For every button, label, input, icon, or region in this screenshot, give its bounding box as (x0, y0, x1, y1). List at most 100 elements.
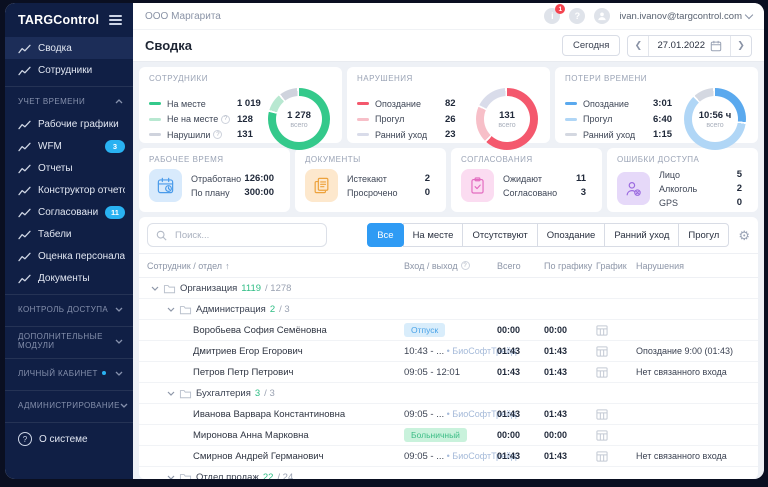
group-present-count: 3 (254, 387, 261, 399)
sidebar-section-header[interactable]: ЛИЧНЫЙ КАБИНЕТ (5, 361, 133, 385)
filter-button-опоздание[interactable]: Опоздание (536, 223, 606, 247)
sidebar: TARGControl Сводка Сотрудники УЧЕТ ВРЕМЕН… (5, 3, 133, 479)
filter-button-все[interactable]: Все (367, 223, 404, 247)
info-stat-value: 5 (736, 169, 742, 180)
by-schedule-hours: 00:00 (544, 430, 568, 440)
group-present-count: 1119 (241, 282, 262, 294)
sidebar-item-конструктор-отчетов[interactable]: Конструктор отчетов (5, 179, 133, 201)
schedule-icon[interactable] (596, 429, 608, 441)
legend-color-dash (565, 117, 577, 121)
sidebar-badge: 11 (105, 205, 125, 219)
filter-button-отсутствуют[interactable]: Отсутствуют (462, 223, 538, 247)
sidebar-section-header[interactable]: КОНТРОЛЬ ДОСТУПА (5, 297, 133, 321)
user-email: ivan.ivanov@targcontrol.com (619, 10, 742, 22)
filter-button-ранний-уход[interactable]: Ранний уход (604, 223, 680, 247)
filter-button-на-месте[interactable]: На месте (402, 223, 464, 247)
filter-button-прогул[interactable]: Прогул (678, 223, 730, 247)
today-button[interactable]: Сегодня (562, 35, 621, 56)
sidebar-item-wfm[interactable]: WFM 3 (5, 135, 133, 157)
avatar[interactable] (594, 8, 611, 24)
employee-row[interactable]: Дмитриев Егор Егорович 10:43 - ... • БиоС… (139, 341, 758, 362)
info-card-title: ДОКУМЕНТЫ (305, 155, 361, 164)
sidebar-logo-row: TARGControl (5, 3, 133, 37)
employee-row[interactable]: Воробьева София Семёновна Отпуск 00:00 00:0… (139, 320, 758, 341)
schedule-icon[interactable] (596, 450, 608, 462)
search-box[interactable] (147, 223, 327, 247)
schedule-icon[interactable] (596, 324, 608, 336)
group-row[interactable]: Бухгалтерия 3/ 3 (139, 383, 758, 404)
row-expand-chevron-icon[interactable] (151, 286, 159, 291)
column-header[interactable]: Вход / выход? (404, 261, 497, 271)
content: СОТРУДНИКИ На месте 1 019 Не на месте? 128 На… (133, 62, 764, 479)
column-header[interactable]: Нарушения (636, 261, 750, 271)
search-input[interactable] (173, 228, 318, 242)
group-row[interactable]: Администрация 2/ 3 (139, 299, 758, 320)
help-circle-icon[interactable]: ? (460, 261, 470, 270)
help-circle-icon[interactable]: ? (213, 130, 223, 139)
column-header[interactable]: График (596, 261, 636, 271)
help-circle-icon[interactable]: ? (221, 114, 231, 124)
sidebar-item-рабочие-графики[interactable]: Рабочие графики (5, 113, 133, 135)
group-row[interactable]: Организация 1119/ 1278 (139, 278, 758, 299)
notifications-icon[interactable]: i1 (544, 4, 566, 24)
schedule-icon[interactable] (596, 366, 608, 378)
total-hours: 01:43 (497, 409, 521, 419)
legend-color-dash (149, 133, 161, 136)
summary-card-title: СОТРУДНИКИ (149, 74, 208, 83)
legend-value: 82 (445, 98, 456, 109)
sidebar-item-оценка-персонала[interactable]: Оценка персонала (5, 245, 133, 267)
folder-icon (179, 388, 192, 399)
date-picker[interactable]: 27.01.2022 (649, 40, 730, 52)
sidebar-section-header[interactable]: АДМИНИСТРИРОВАНИЕ (5, 393, 133, 417)
info-stat-value: 2 (424, 173, 430, 184)
violation-text: Опоздание 9:00 (01:43) (636, 346, 734, 356)
legend-color-dash (149, 102, 161, 105)
group-name: Бухгалтерия (196, 387, 251, 399)
column-header[interactable]: Сотрудник / отдел ↑ (147, 261, 404, 271)
employee-row[interactable]: Миронова Анна Марковна Больничный 00:00 00:… (139, 425, 758, 446)
legend-item: Прогул 6:40 (565, 114, 672, 125)
row-expand-chevron-icon[interactable] (167, 307, 175, 312)
donut-total-label: всего (498, 121, 516, 129)
column-header[interactable]: Всего (497, 261, 544, 271)
legend-color-dash (357, 117, 369, 121)
chevron-up-icon (115, 98, 123, 104)
gear-icon[interactable]: ⚙ (738, 229, 750, 242)
employee-row[interactable]: Смирнов Андрей Германович 09:05 - ... • Б… (139, 446, 758, 467)
info-stat-value: 2 (736, 183, 742, 194)
sidebar-item-about[interactable]: ? О системе (5, 425, 133, 453)
sidebar-item-сотрудники[interactable]: Сотрудники (5, 59, 133, 81)
sidebar-item-документы[interactable]: Документы (5, 267, 133, 289)
sidebar-section-header[interactable]: ДОПОЛНИТЕЛЬНЫЕ МОДУЛИ (5, 329, 133, 353)
chart-icon (18, 141, 31, 152)
column-header[interactable]: По графику (544, 261, 596, 271)
chevron-down-icon (115, 371, 123, 376)
info-stat-row: Лицо 5 (659, 169, 748, 180)
legend-label: Нарушили (167, 129, 211, 140)
employee-row[interactable]: Иванова Варвара Константиновна 09:05 - ..… (139, 404, 758, 425)
chart-icon (18, 273, 31, 284)
prev-day-button[interactable]: ❮ (628, 35, 650, 56)
row-expand-chevron-icon[interactable] (167, 475, 175, 479)
menu-icon[interactable] (109, 15, 122, 25)
sidebar-item-согласование[interactable]: Согласование 11 (5, 201, 133, 223)
sidebar-item-табели[interactable]: Табели (5, 223, 133, 245)
next-day-button[interactable]: ❯ (730, 35, 751, 56)
section-time-header[interactable]: УЧЕТ ВРЕМЕНИ (5, 89, 133, 113)
schedule-icon[interactable] (596, 345, 608, 357)
group-row[interactable]: Отдел продаж 22/ 24 (139, 467, 758, 479)
employee-row[interactable]: Петров Петр Петрович 09:05 - 12:01 01:43 01… (139, 362, 758, 383)
sidebar-item-сводка[interactable]: Сводка (5, 37, 133, 59)
help-icon[interactable]: ? (569, 8, 586, 24)
row-expand-chevron-icon[interactable] (167, 391, 175, 396)
user-menu[interactable]: ivan.ivanov@targcontrol.com (619, 10, 754, 22)
legend-label: На месте (167, 98, 206, 109)
status-badge: Отпуск (404, 323, 446, 337)
employee-name: Миронова Анна Марковна (193, 429, 309, 441)
info-stat-label: Алкоголь (659, 183, 698, 194)
schedule-icon[interactable] (596, 408, 608, 420)
sidebar-item-отчеты[interactable]: Отчеты (5, 157, 133, 179)
total-hours: 01:43 (497, 367, 521, 377)
documents-icon (305, 169, 338, 202)
legend-value: 131 (237, 129, 253, 140)
